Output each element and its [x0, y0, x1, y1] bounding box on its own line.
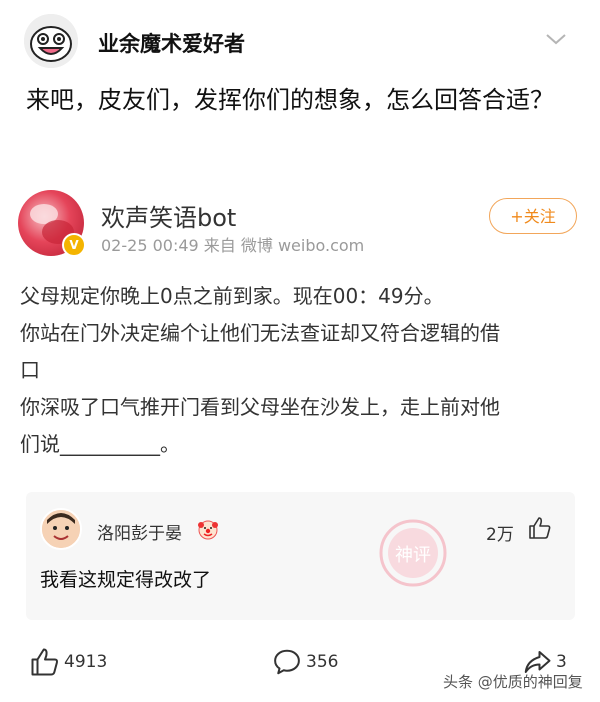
comment-button[interactable]: 356: [272, 646, 338, 678]
chevron-down-icon[interactable]: [544, 30, 568, 48]
comment-bubble-icon: [274, 649, 300, 675]
like-count: 4913: [64, 652, 108, 672]
quoted-post-body: 父母规定你晚上0点之前到家。现在00：49分。 你站在门外决定编个让他们无法查证…: [20, 278, 585, 463]
cartoon-face-icon: [42, 510, 80, 548]
follow-button[interactable]: +关注: [489, 198, 577, 234]
thumbs-up-icon[interactable]: [528, 516, 552, 540]
comment-like-count: 2万: [486, 525, 514, 545]
share-count: 3: [556, 652, 567, 672]
author-avatar[interactable]: [24, 14, 78, 68]
quoted-line: 你站在门外决定编个让他们无法查证却又符合逻辑的借: [20, 321, 500, 345]
quoted-line: 你深吸了口气推开门看到父母坐在沙发上，走上前对他: [20, 395, 500, 419]
bot-name[interactable]: 欢声笑语bot: [101, 198, 236, 233]
like-button[interactable]: 4913: [30, 646, 107, 678]
god-comment-stamp: 神评: [376, 516, 450, 590]
cartoon-face-icon: [24, 14, 78, 68]
thumbs-up-icon: [31, 648, 58, 676]
source-watermark: 头条 @优质的神回复: [443, 673, 583, 691]
comment-count: 356: [306, 652, 339, 672]
post-meta: 02-25 00:49 来自 微博 weibo.com: [101, 236, 365, 255]
clown-emoji-icon: [196, 517, 220, 541]
post-text: 来吧，皮友们，发挥你们的想象，怎么回答合适？: [26, 86, 554, 114]
quoted-line: 们说__________。: [20, 432, 180, 456]
commenter-name[interactable]: 洛阳彭于晏: [97, 519, 182, 544]
quoted-line: 父母规定你晚上0点之前到家。现在00：49分。: [20, 284, 444, 308]
verified-badge-icon: V: [62, 233, 86, 257]
quoted-line: 口: [20, 358, 40, 382]
commenter-avatar[interactable]: [40, 508, 82, 550]
comment-text: 我看这规定得改改了: [40, 569, 212, 591]
stamp-label: 神评: [395, 545, 431, 566]
top-comment-box[interactable]: [26, 492, 575, 620]
author-name[interactable]: 业余魔术爱好者: [98, 28, 245, 58]
